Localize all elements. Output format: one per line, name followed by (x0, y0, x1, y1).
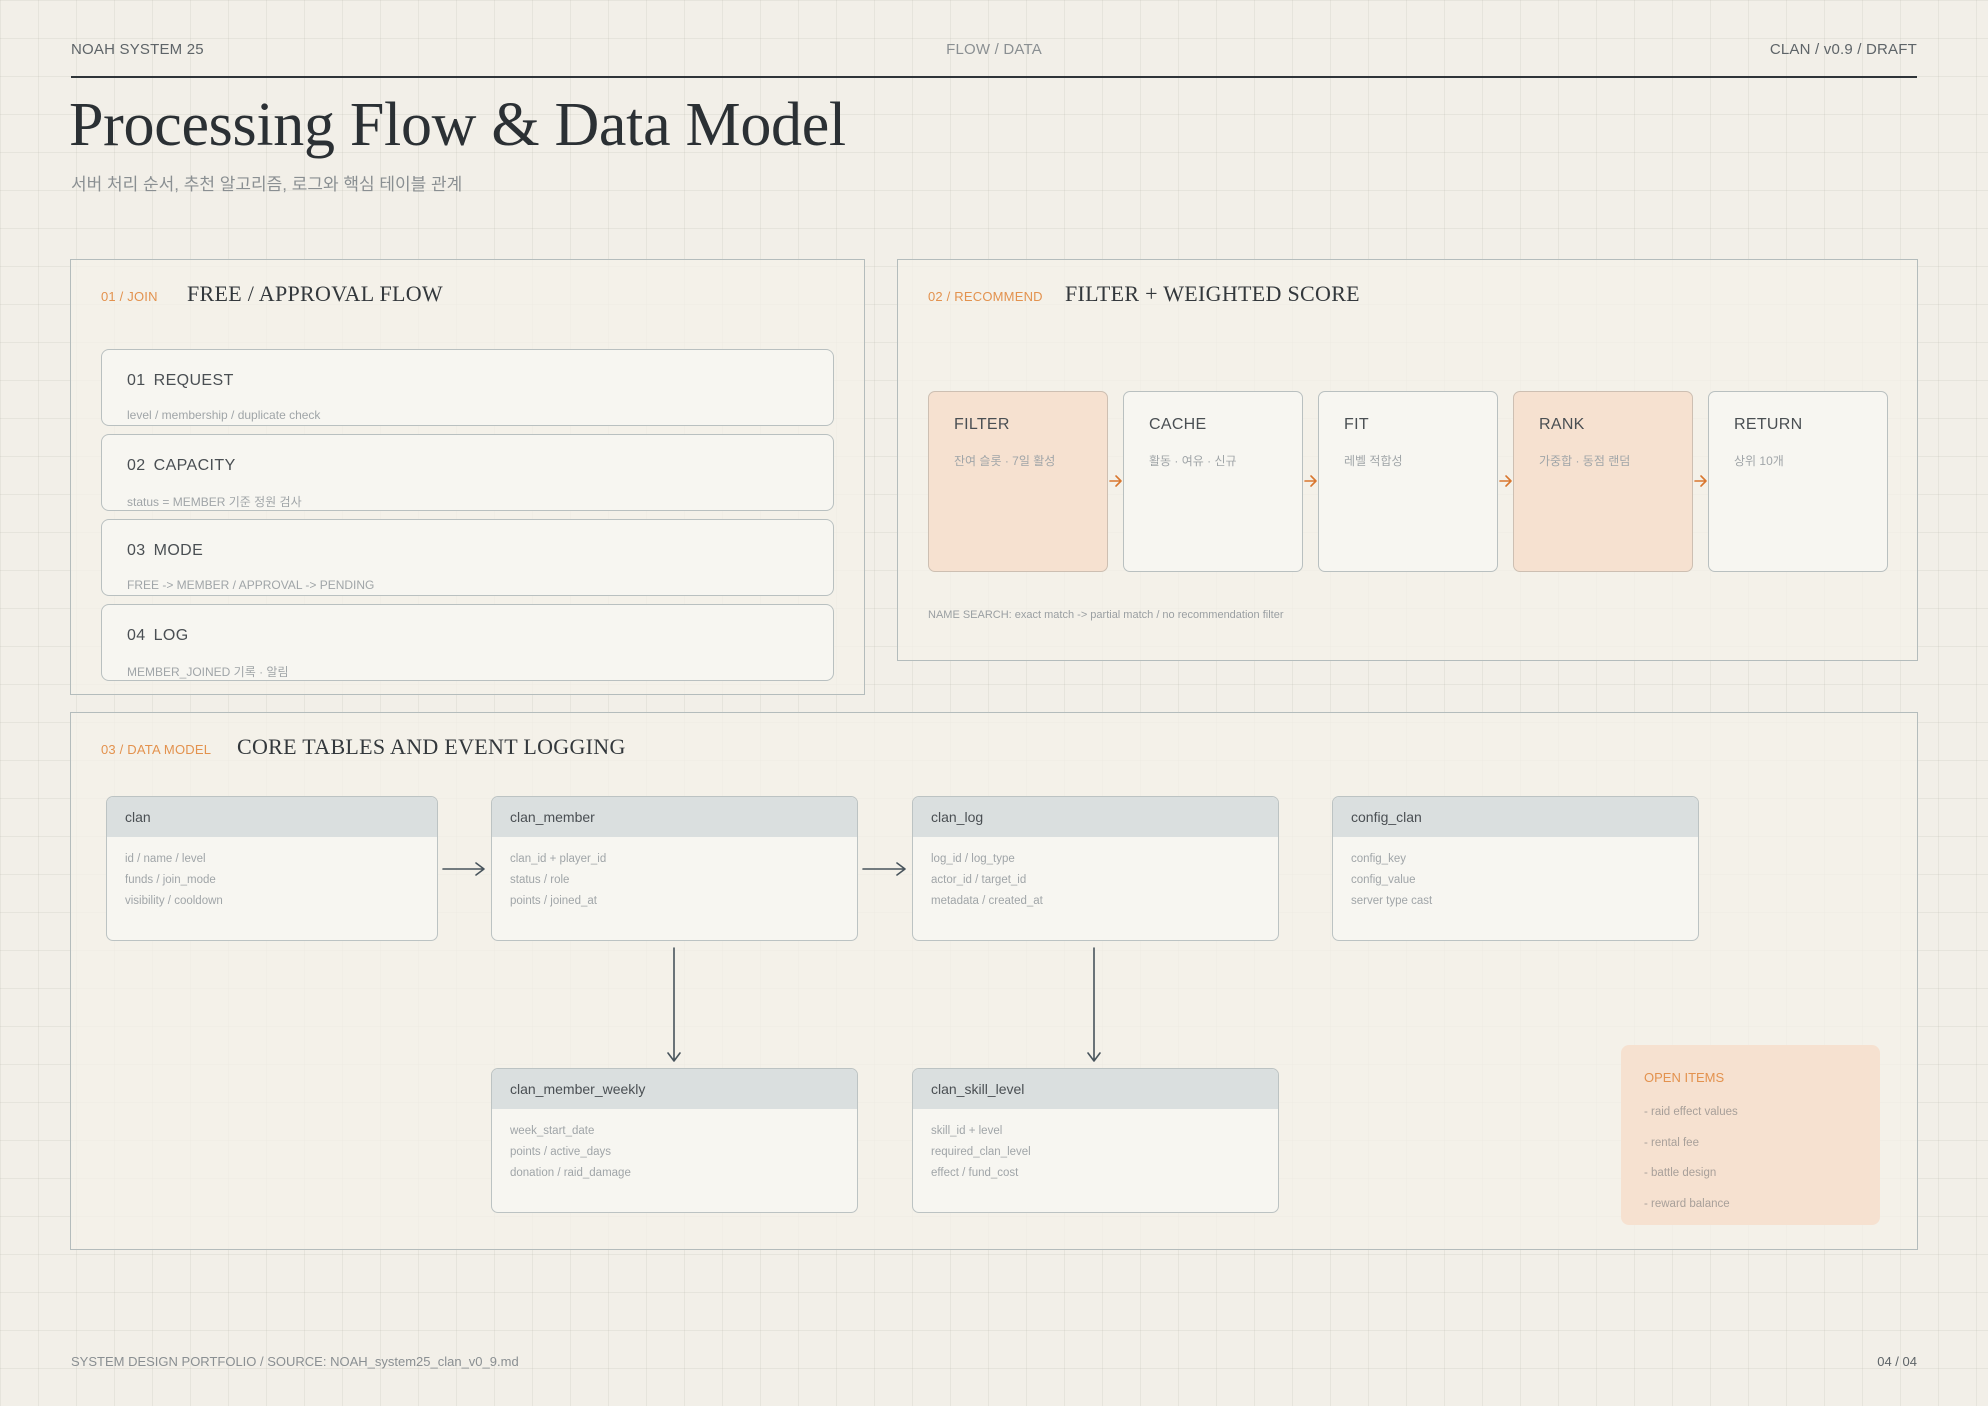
join-step-request: 01 REQUEST level / membership / duplicate… (101, 349, 834, 426)
step-description: MEMBER_JOINED 기록 · 알림 (127, 665, 289, 679)
footer-source: SYSTEM DESIGN PORTFOLIO / SOURCE: NOAH_s… (71, 1354, 519, 1369)
stage-arrows (1109, 475, 1707, 487)
join-step-mode: 03 MODE FREE -> MEMBER / APPROVAL -> PEND… (101, 519, 834, 596)
arrow-member-to-weekly-icon (667, 947, 681, 1062)
join-section-tag: 01 / JOIN (101, 289, 158, 304)
arrow-rank-return-icon (1694, 475, 1707, 487)
step-title: 04 LOG (127, 627, 189, 645)
step-label: LOG (153, 627, 189, 644)
header-version-label: CLAN / v0.9 / DRAFT (1769, 41, 1917, 58)
data-model-panel: 03 / DATA MODEL CORE TABLES AND EVENT LO… (70, 712, 1918, 1250)
open-items-title: OPEN ITEMS (1644, 1070, 1725, 1085)
step-label: REQUEST (153, 372, 234, 389)
header-divider (71, 76, 1917, 78)
arrow-log-to-skill-icon (1087, 947, 1101, 1062)
step-label: CAPACITY (153, 457, 236, 474)
open-item: - raid effect values (1644, 1106, 1738, 1118)
arrow-cache-fit-icon (1304, 475, 1317, 487)
join-section-title: FREE / APPROVAL FLOW (187, 281, 443, 306)
step-title: 03 MODE (127, 542, 203, 560)
arrow-fit-rank-icon (1499, 475, 1512, 487)
open-items-note: OPEN ITEMS - raid effect values - rental… (1621, 1045, 1880, 1225)
arrow-member-to-log-icon (862, 862, 906, 876)
step-label: MODE (153, 542, 204, 559)
recommend-panel: 02 / RECOMMEND FILTER + WEIGHTED SCORE F… (897, 259, 1918, 661)
step-title: 01 REQUEST (127, 372, 234, 390)
open-item: - battle design (1644, 1167, 1717, 1179)
step-description: FREE -> MEMBER / APPROVAL -> PENDING (127, 578, 375, 592)
open-item: - rental fee (1644, 1137, 1699, 1149)
join-flow-panel: 01 / JOIN FREE / APPROVAL FLOW 01 REQUEST… (70, 259, 865, 695)
step-title: 02 CAPACITY (127, 457, 236, 475)
name-search-note: NAME SEARCH: exact match -> partial matc… (928, 609, 1284, 621)
step-description: level / membership / duplicate check (127, 408, 321, 422)
arrow-clan-to-member-icon (442, 862, 485, 876)
step-number: 02 (127, 457, 146, 474)
page-title: Processing Flow & Data Model (69, 91, 846, 159)
join-step-log: 04 LOG MEMBER_JOINED 기록 · 알림 (101, 604, 834, 681)
step-number: 03 (127, 542, 146, 559)
header-section-label: FLOW / DATA (946, 41, 1042, 58)
page-subtitle: 서버 처리 순서, 추천 알고리즘, 로그와 핵심 테이블 관계 (71, 175, 463, 194)
arrow-filter-cache-icon (1109, 475, 1122, 487)
step-number: 01 (127, 372, 146, 389)
step-description: status = MEMBER 기준 정원 검사 (127, 495, 302, 509)
step-number: 04 (127, 627, 146, 644)
open-item: - reward balance (1644, 1198, 1730, 1210)
join-step-capacity: 02 CAPACITY status = MEMBER 기준 정원 검사 (101, 434, 834, 511)
footer-page-number: 04 / 04 (1877, 1354, 1917, 1369)
